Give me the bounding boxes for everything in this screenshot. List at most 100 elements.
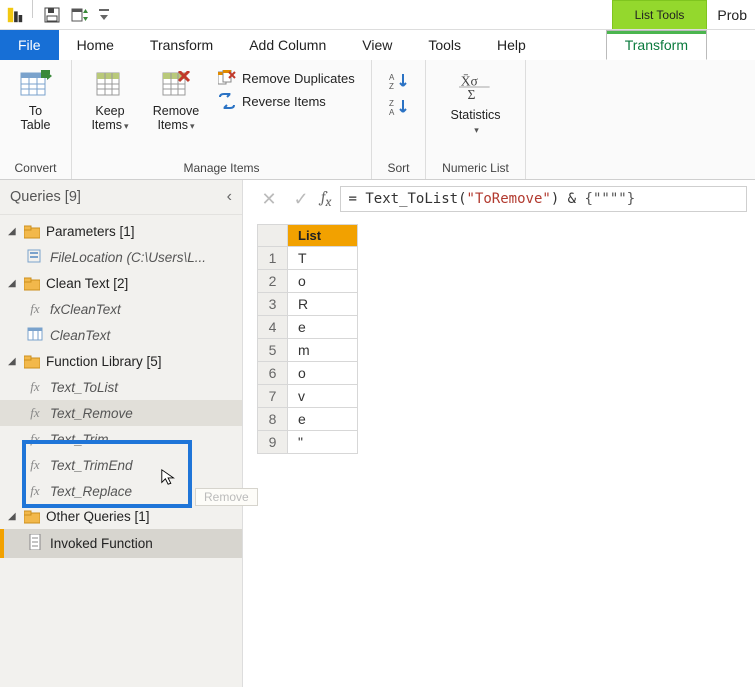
folder-function-library[interactable]: ◢ Function Library [5]	[0, 349, 242, 374]
qat-dropdown-icon[interactable]	[97, 4, 111, 26]
row-number[interactable]: 6	[258, 362, 288, 385]
apply-icon[interactable]	[69, 4, 91, 26]
tab-tools[interactable]: Tools	[410, 30, 479, 60]
tab-help[interactable]: Help	[479, 30, 544, 60]
queries-panel: Queries [9] ‹ ◢ Parameters [1] FileLocat…	[0, 180, 243, 687]
expand-icon: ◢	[8, 356, 18, 367]
row-number[interactable]: 8	[258, 408, 288, 431]
remove-items-label: Remove Items▾	[153, 104, 200, 133]
folder-icon	[24, 510, 40, 524]
tab-view[interactable]: View	[344, 30, 410, 60]
reverse-items-button[interactable]: Reverse Items	[214, 91, 359, 111]
sort-asc-button[interactable]: AZ	[388, 70, 410, 92]
to-table-label: To Table	[21, 104, 51, 132]
separator	[32, 0, 33, 18]
svg-text:A: A	[389, 73, 395, 82]
row-number[interactable]: 2	[258, 270, 288, 293]
svg-text:Z: Z	[389, 99, 394, 108]
reverse-items-label: Reverse Items	[242, 94, 326, 109]
column-header-list[interactable]: List	[288, 225, 358, 247]
row-number[interactable]: 5	[258, 339, 288, 362]
list-cell[interactable]: R	[288, 293, 358, 316]
row-number[interactable]: 3	[258, 293, 288, 316]
folder-icon	[24, 225, 40, 239]
commit-formula-button[interactable]: ✓	[289, 187, 313, 211]
table-query-icon	[26, 327, 44, 344]
list-cell[interactable]: "	[288, 431, 358, 454]
svg-text:X̄σ: X̄σ	[460, 73, 478, 88]
query-fxcleantext[interactable]: fx fxCleanText	[0, 296, 242, 322]
window-title-truncated: Prob	[707, 0, 755, 29]
function-icon: fx	[26, 457, 44, 473]
remove-items-button[interactable]: Remove Items▾	[148, 66, 204, 135]
fx-icon[interactable]: fx	[321, 188, 332, 210]
app-icon	[0, 0, 30, 29]
statistics-button[interactable]: X̄σΣ Statistics▾	[440, 66, 512, 139]
list-cell[interactable]: o	[288, 270, 358, 293]
keep-items-label: Keep Items▾	[91, 104, 128, 133]
sort-desc-button[interactable]: ZA	[388, 96, 410, 118]
query-text-remove[interactable]: fx Text_Remove	[0, 400, 242, 426]
statistics-icon: X̄σΣ	[459, 68, 493, 106]
function-icon: fx	[26, 379, 44, 395]
tab-list-transform[interactable]: Transform	[606, 30, 707, 60]
function-icon: fx	[26, 405, 44, 421]
list-query-icon	[26, 534, 44, 553]
list-cell[interactable]: o	[288, 362, 358, 385]
save-icon[interactable]	[41, 4, 63, 26]
svg-text:A: A	[389, 108, 395, 116]
group-numeric-label: Numeric List	[436, 158, 515, 179]
contextual-tab-label: List Tools	[612, 0, 708, 29]
query-text-trim[interactable]: fx Text_Trim	[0, 426, 242, 452]
collapse-pane-icon[interactable]: ‹	[227, 188, 232, 206]
keep-items-icon	[93, 68, 127, 102]
tab-home[interactable]: Home	[59, 30, 132, 60]
list-cell[interactable]: T	[288, 247, 358, 270]
row-number[interactable]: 9	[258, 431, 288, 454]
queries-header: Queries [9]	[10, 189, 81, 205]
svg-text:Σ: Σ	[467, 87, 475, 102]
expand-icon: ◢	[8, 511, 18, 522]
parameter-icon	[26, 249, 44, 266]
folder-clean-text[interactable]: ◢ Clean Text [2]	[0, 271, 242, 296]
list-cell[interactable]: v	[288, 385, 358, 408]
table-icon	[19, 68, 53, 102]
function-icon: fx	[26, 431, 44, 447]
query-filelocation[interactable]: FileLocation (C:\Users\L...	[0, 244, 242, 271]
group-convert-label: Convert	[10, 158, 61, 179]
query-cleantext[interactable]: CleanText	[0, 322, 242, 349]
cursor-icon	[160, 468, 178, 486]
row-number[interactable]: 4	[258, 316, 288, 339]
tooltip: Remove	[195, 488, 258, 506]
query-invoked-function[interactable]: Invoked Function	[0, 529, 242, 558]
remove-duplicates-label: Remove Duplicates	[242, 71, 355, 86]
query-text-tolist[interactable]: fx Text_ToList	[0, 374, 242, 400]
statistics-label: Statistics▾	[450, 108, 500, 137]
row-number[interactable]: 1	[258, 247, 288, 270]
tab-add-column[interactable]: Add Column	[231, 30, 344, 60]
group-sort-label: Sort	[382, 158, 415, 179]
function-icon: fx	[26, 483, 44, 499]
cancel-formula-button[interactable]: ✕	[257, 187, 281, 211]
reverse-items-icon	[218, 92, 236, 110]
query-text-trimend[interactable]: fx Text_TrimEnd	[0, 452, 242, 478]
remove-duplicates-button[interactable]: Remove Duplicates	[214, 68, 359, 88]
row-number[interactable]: 7	[258, 385, 288, 408]
expand-icon: ◢	[8, 278, 18, 289]
tab-file[interactable]: File	[0, 30, 59, 60]
folder-other-queries[interactable]: ◢ Other Queries [1]	[0, 504, 242, 529]
list-table[interactable]: List 1T2o3R4e5m6o7v8e9"	[257, 224, 358, 454]
corner-cell[interactable]	[258, 225, 288, 247]
formula-input[interactable]: = Text_ToList("ToRemove") & {""""}	[340, 186, 748, 212]
list-cell[interactable]: e	[288, 316, 358, 339]
to-table-button[interactable]: To Table	[10, 66, 61, 134]
group-manage-label: Manage Items	[82, 158, 361, 179]
list-cell[interactable]: e	[288, 408, 358, 431]
list-cell[interactable]: m	[288, 339, 358, 362]
folder-parameters[interactable]: ◢ Parameters [1]	[0, 219, 242, 244]
remove-duplicates-icon	[218, 69, 236, 87]
tab-transform[interactable]: Transform	[132, 30, 231, 60]
function-icon: fx	[26, 301, 44, 317]
svg-text:Z: Z	[389, 82, 394, 90]
keep-items-button[interactable]: Keep Items▾	[82, 66, 138, 135]
